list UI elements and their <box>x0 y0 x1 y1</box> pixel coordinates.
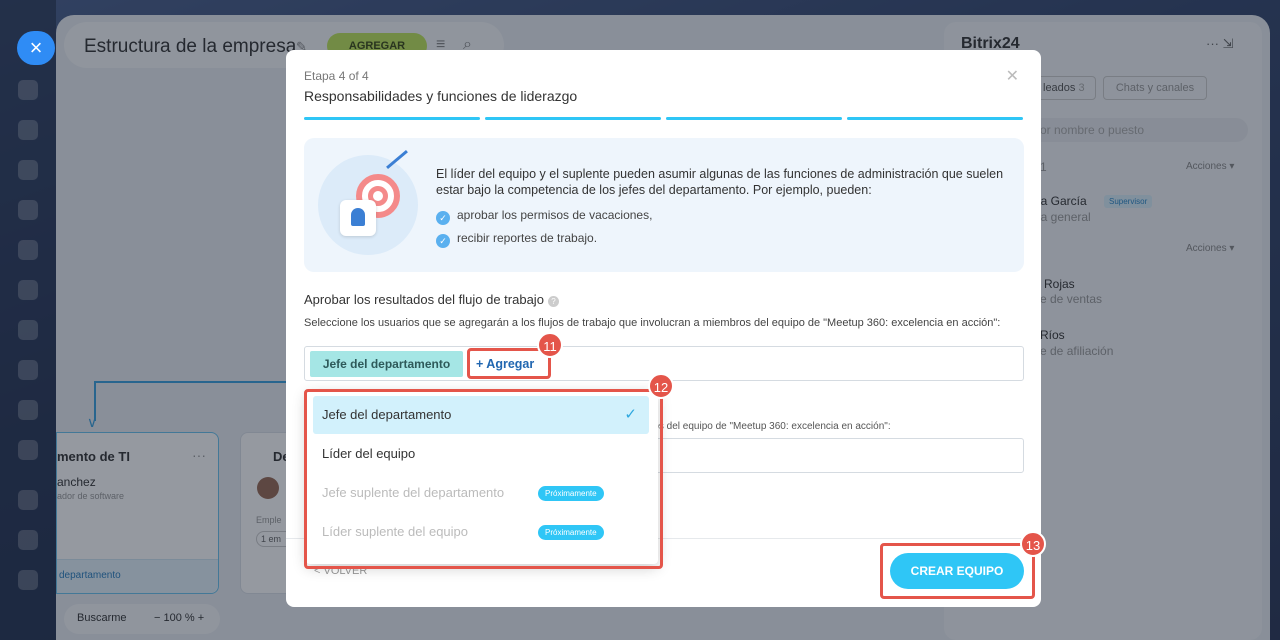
info-bullet: ✓ aprobar los permisos de vacaciones, <box>436 208 652 225</box>
info-text: El líder del equipo y el suplente pueden… <box>436 167 1004 197</box>
help-icon[interactable]: ? <box>547 296 559 307</box>
person-icon <box>351 208 365 226</box>
highlight-box <box>880 543 1035 599</box>
annotation-badge: 13 <box>1020 531 1046 557</box>
bullet-text: recibir reportes de trabajo. <box>457 231 598 245</box>
section-title: Aprobar los resultados del flujo de trab… <box>304 292 559 307</box>
highlight-box <box>304 389 663 569</box>
progress-bar <box>304 117 1023 120</box>
progress-segment <box>304 117 480 120</box>
step-indicator: Etapa 4 of 4 <box>304 69 369 83</box>
check-icon: ✓ <box>436 234 450 248</box>
second-selector[interactable] <box>638 438 1024 473</box>
close-icon[interactable]: ✕ <box>1006 66 1019 86</box>
info-bullet: ✓ recibir reportes de trabajo. <box>436 231 597 248</box>
progress-segment <box>666 117 842 120</box>
close-icon[interactable]: × <box>17 31 55 65</box>
section-description: Seleccione los usuarios que se agregarán… <box>304 317 1001 329</box>
info-box: El líder del equipo y el suplente pueden… <box>304 138 1024 272</box>
selected-chip[interactable]: Jefe del departamento <box>310 351 463 377</box>
highlight-box <box>467 348 551 379</box>
progress-segment <box>485 117 661 120</box>
progress-segment <box>847 117 1023 120</box>
annotation-badge: 12 <box>648 373 674 399</box>
check-icon: ✓ <box>436 211 450 225</box>
bullet-text: aprobar los permisos de vacaciones, <box>457 208 653 222</box>
section-title-text: Aprobar los resultados del flujo de trab… <box>304 292 544 307</box>
modal-title: Responsabilidades y funciones de lideraz… <box>304 88 578 104</box>
section-description: ros del equipo de "Meetup 360: excelenci… <box>650 421 891 432</box>
annotation-badge: 11 <box>537 332 563 358</box>
